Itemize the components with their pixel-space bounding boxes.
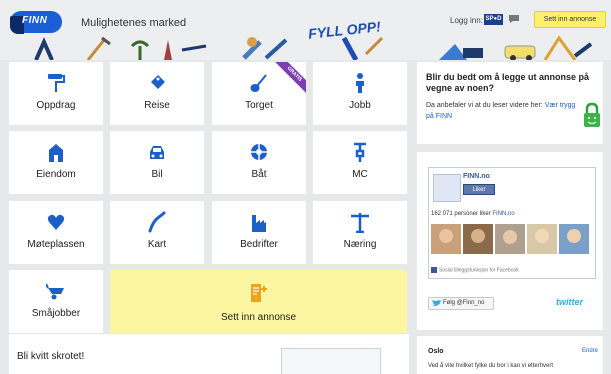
guitar-icon — [250, 74, 267, 92]
tile-sett-inn-annonse[interactable]: Sett inn annonse — [110, 270, 407, 333]
tile-smajobber[interactable]: Småjobber — [9, 270, 103, 333]
facebook-like-count: 162 071 personer liker FINN.no — [431, 211, 515, 217]
lock-smiley-icon — [584, 102, 600, 127]
fan-avatar[interactable] — [559, 224, 589, 254]
luggage-tag-icon — [151, 75, 165, 89]
tile-label: Oppdrag — [36, 100, 76, 111]
life-buoy-icon — [251, 144, 267, 160]
tile-label: MC — [352, 169, 368, 180]
tile-moteplassen[interactable]: Møteplassen — [9, 201, 103, 264]
login-label: Logg inn: — [450, 16, 483, 25]
guitar-illustration-icon — [242, 37, 288, 60]
location-description: Ved å vite hvilket fylke du bor i kan vi… — [428, 363, 554, 369]
site-header: FINN Mulighetenes marked Logg inn: SP●D … — [0, 0, 611, 60]
fan-avatar[interactable] — [463, 224, 493, 254]
fan-avatar[interactable] — [495, 224, 525, 254]
vehicles-illustration-icon — [439, 35, 593, 60]
promo-title: Blir du bedt om å legge ut annonse på ve… — [426, 72, 590, 93]
tile-kart[interactable]: Kart — [110, 201, 204, 264]
tile-label: Kart — [147, 239, 167, 250]
spid-login-button[interactable]: SP●D — [484, 14, 503, 25]
heart-icon — [47, 214, 65, 230]
factory-icon — [252, 215, 266, 232]
tile-label: Sett inn annonse — [220, 312, 297, 323]
tile-label: Jobb — [349, 100, 371, 111]
twitter-follow-button[interactable]: Følg @Finn_no — [428, 297, 494, 310]
car-icon — [150, 146, 164, 159]
promo-panel: Blir du bedt om å legge ut annonse på ve… — [417, 62, 603, 144]
gratis-badge: GRATIS — [275, 62, 306, 94]
sett-inn-annonse-button[interactable]: Sett inn annonse — [534, 11, 606, 28]
facebook-like-button[interactable]: Liker — [463, 184, 495, 195]
twitter-bird-icon — [432, 300, 441, 306]
tile-label: Bedrifter — [240, 239, 278, 250]
tile-label: Båt — [251, 169, 267, 180]
tile-jobb[interactable]: Jobb — [313, 62, 407, 125]
twitter-follow-label: Følg @Finn_no — [443, 300, 485, 306]
facebook-social-plugin-footer: Sosial tilleggsfunksjon for Facebook — [431, 267, 519, 273]
tile-oppdrag[interactable]: Oppdrag — [9, 62, 103, 125]
tile-label: Reise — [144, 100, 170, 111]
tile-reise[interactable]: Reise — [110, 62, 204, 125]
fyll-opp-banner[interactable] — [281, 348, 381, 374]
house-icon — [49, 144, 63, 162]
facebook-page-name[interactable]: FINN.no — [463, 173, 490, 180]
site-tagline: Mulighetenes marked — [81, 17, 187, 29]
tile-mc[interactable]: MC — [313, 131, 407, 194]
facebook-footer-text: Sosial tilleggsfunksjon for Facebook — [439, 267, 519, 274]
tile-naering[interactable]: Næring — [313, 201, 407, 264]
tile-label: Bil — [151, 169, 163, 180]
tile-label: Småjobber — [31, 308, 81, 319]
tile-bat[interactable]: Båt — [212, 131, 306, 194]
worker-icon — [356, 73, 364, 93]
like-count-text: 162 071 personer liker — [431, 211, 493, 217]
tile-bil[interactable]: Bil — [110, 131, 204, 194]
finn-page-thumbnail[interactable] — [433, 174, 461, 202]
tile-label: Eiendom — [36, 169, 76, 180]
promo-text: Da anbefaler vi at du leser videre her: … — [426, 100, 576, 122]
wheelbarrow-icon — [46, 283, 64, 300]
kvitt-skrotet-title: Bli kvitt skrotet! — [17, 351, 85, 362]
fan-avatar[interactable] — [431, 224, 461, 254]
promo-body: Da anbefaler vi at du leser videre her: — [426, 102, 545, 109]
change-location-link[interactable]: Endre — [582, 348, 598, 354]
crane-icon — [351, 213, 369, 233]
like-count-link[interactable]: FINN.no — [492, 211, 514, 217]
tile-label: Møteplassen — [27, 239, 85, 250]
facebook-like-box: FINN.no Liker 162 071 personer liker FIN… — [428, 167, 596, 279]
map-pin-icon — [148, 211, 166, 233]
tile-label: Næring — [343, 239, 377, 250]
chat-login-icon[interactable] — [508, 14, 520, 24]
twitter-logo: twitter — [556, 297, 583, 307]
tile-label: Torget — [245, 100, 273, 111]
tools-illustration-icon — [34, 36, 111, 60]
facebook-icon — [431, 267, 437, 273]
fan-avatar[interactable] — [527, 224, 557, 254]
kvitt-skrotet-panel: Bli kvitt skrotet! — [9, 334, 409, 374]
tile-bedrifter[interactable]: Bedrifter — [212, 201, 306, 264]
finn-logo-text: FINN — [22, 15, 48, 26]
tile-torget[interactable]: Torget GRATIS — [212, 62, 306, 125]
motorcycle-icon — [354, 142, 366, 162]
new-ad-icon — [250, 284, 267, 302]
tile-eiendom[interactable]: Eiendom — [9, 131, 103, 194]
paint-roller-icon — [48, 74, 65, 92]
travel-illustration-icon — [130, 40, 207, 60]
location-title: Oslo — [428, 348, 444, 355]
